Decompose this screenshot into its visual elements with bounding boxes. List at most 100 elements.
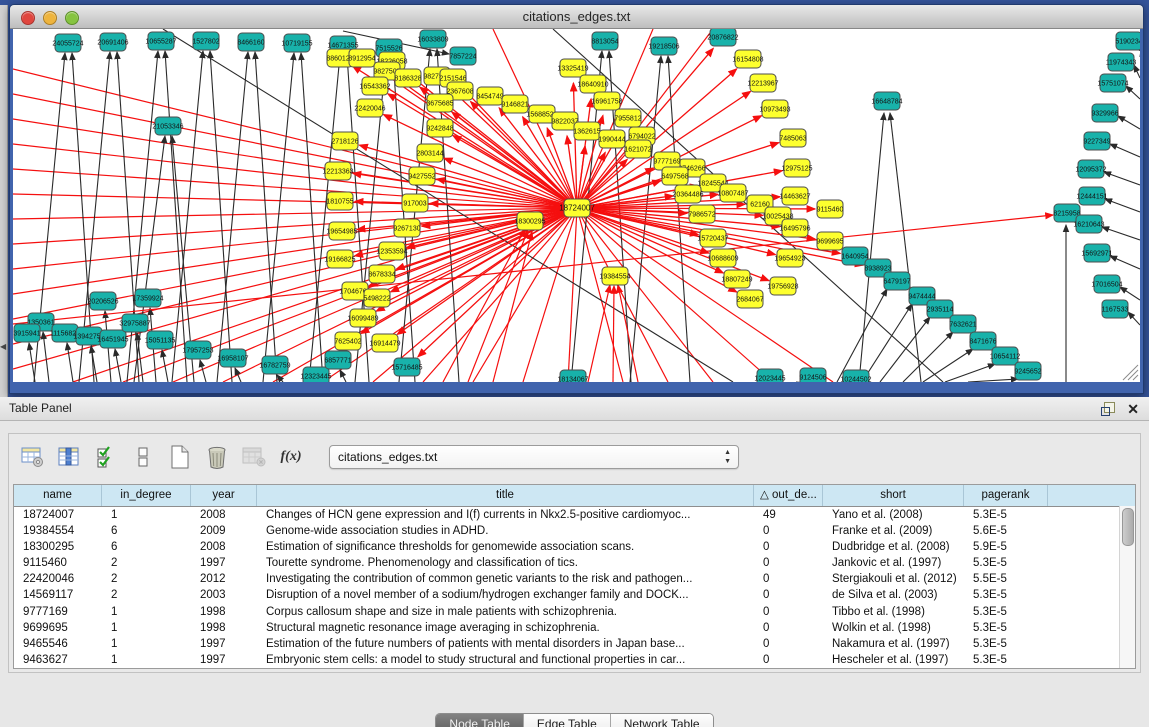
graph-node[interactable]: 24055724: [52, 34, 83, 52]
graph-node[interactable]: 7986572: [688, 205, 715, 223]
graph-node[interactable]: 1621072: [624, 140, 651, 158]
graph-node[interactable]: 7485063: [779, 129, 806, 147]
column-visibility-icon[interactable]: [56, 444, 82, 470]
zoom-button[interactable]: [65, 11, 79, 25]
table-row[interactable]: 911546021997Tourette syndrome. Phenomeno…: [14, 555, 1135, 571]
graph-node[interactable]: 9427552: [408, 167, 435, 185]
table-row[interactable]: 946362711997Embryonic stem cells: a mode…: [14, 652, 1135, 668]
graph-node[interactable]: 10655287: [145, 32, 176, 50]
graph-node[interactable]: 5498222: [363, 289, 390, 307]
graph-node[interactable]: 2684067: [736, 290, 763, 308]
graph-node[interactable]: 8454749: [476, 87, 503, 105]
network-window[interactable]: citations_edges.txt 24055724 20691406 1065…: [9, 4, 1144, 394]
close-panel-icon[interactable]: ✕: [1127, 402, 1139, 416]
table-row[interactable]: 977716911998Corpus callosum shape and si…: [14, 604, 1135, 620]
graph-node[interactable]: 17957253: [182, 341, 213, 359]
graph-node[interactable]: 9124506: [799, 368, 826, 382]
graph-node[interactable]: 21053346: [152, 117, 183, 135]
column-header-out-de-[interactable]: △ out_de...: [754, 485, 823, 506]
table-settings-icon[interactable]: [19, 444, 45, 470]
graph-node[interactable]: 12975125: [781, 159, 812, 177]
graph-node[interactable]: 16154808: [732, 50, 763, 68]
graph-node[interactable]: 3915941: [13, 324, 40, 342]
graph-node[interactable]: 10807487: [717, 184, 748, 202]
graph-node[interactable]: 11974343: [1106, 53, 1137, 71]
graph-node[interactable]: 14463627: [779, 187, 810, 205]
graph-node[interactable]: 12353594: [376, 242, 407, 260]
graph-node[interactable]: 19166825: [324, 250, 355, 268]
graph-node[interactable]: 9242848: [426, 119, 453, 137]
graph-node[interactable]: 7625402: [334, 332, 361, 350]
graph-node[interactable]: 16543362: [359, 77, 390, 95]
table-selector[interactable]: citations_edges.txt ▲▼: [329, 445, 739, 469]
graph-node[interactable]: 9699695: [816, 232, 843, 250]
graph-node[interactable]: 13325419: [557, 59, 588, 77]
graph-node[interactable]: 20691406: [97, 33, 128, 51]
tab-edge-table[interactable]: Edge Table: [524, 714, 611, 727]
graph-node[interactable]: 2718126: [331, 132, 358, 150]
graph-node[interactable]: 1810755: [326, 192, 353, 210]
graph-node[interactable]: 1167533: [1102, 300, 1129, 318]
close-button[interactable]: [21, 11, 35, 25]
column-header-pagerank[interactable]: pagerank: [964, 485, 1048, 506]
column-header-title[interactable]: title: [257, 485, 754, 506]
table-row[interactable]: 2242004622012Investigating the contribut…: [14, 571, 1135, 587]
graph-node[interactable]: 16958107: [217, 349, 248, 367]
graph-node[interactable]: 6479197: [883, 272, 910, 290]
vertical-scrollbar[interactable]: [1119, 506, 1135, 668]
graph-node[interactable]: 8912954: [348, 49, 375, 67]
graph-node[interactable]: 15751074: [1097, 74, 1128, 92]
graph-node[interactable]: 17359924: [132, 289, 163, 307]
tab-node-table[interactable]: Node Table: [436, 714, 524, 727]
graph-node[interactable]: 8813054: [591, 32, 618, 50]
graph-node[interactable]: 15051135: [145, 331, 176, 349]
graph-node[interactable]: 16033809: [417, 30, 448, 48]
graph-node[interactable]: 19654923: [774, 249, 805, 267]
graph-node[interactable]: 15720437: [697, 229, 728, 247]
graph-node[interactable]: 16648784: [871, 92, 902, 110]
row-selection-icon[interactable]: [93, 444, 119, 470]
graph-node[interactable]: 9329966: [1091, 104, 1118, 122]
table-row[interactable]: 946554611997Estimation of the future num…: [14, 636, 1135, 652]
tab-network-table[interactable]: Network Table: [611, 714, 713, 727]
graph-node[interactable]: 10688609: [707, 249, 738, 267]
graph-node[interactable]: 5190234: [1115, 32, 1140, 50]
graph-node[interactable]: 2803144: [416, 144, 443, 162]
graph-node[interactable]: 2935114: [927, 300, 954, 318]
graph-node[interactable]: 20364486: [672, 185, 703, 203]
new-file-icon[interactable]: [167, 444, 193, 470]
graph-node[interactable]: 6857771: [324, 351, 351, 369]
graph-node[interactable]: 16782759: [259, 356, 290, 374]
graph-node[interactable]: 8678334: [368, 265, 395, 283]
graph-node[interactable]: 12323445: [300, 367, 331, 382]
table-panel-titlebar[interactable]: Table Panel ✕: [0, 397, 1149, 421]
graph-node[interactable]: 18300295: [514, 212, 545, 230]
network-window-titlebar[interactable]: citations_edges.txt: [10, 5, 1143, 29]
graph-hub-node[interactable]: 18724007: [559, 199, 595, 217]
graph-node[interactable]: 7632621: [949, 315, 976, 333]
graph-node[interactable]: 12444151: [1076, 187, 1107, 205]
graph-node[interactable]: 9245652: [1014, 362, 1041, 380]
column-header-in-degree[interactable]: in_degree: [102, 485, 191, 506]
network-canvas[interactable]: 24055724 20691406 10655287 1527802 8466160 10…: [13, 29, 1140, 382]
graph-node[interactable]: 1362615: [573, 122, 600, 140]
graph-node[interactable]: 1527802: [192, 32, 219, 50]
graph-node[interactable]: 9267130: [393, 219, 420, 237]
graph-node[interactable]: 10654112: [990, 347, 1021, 365]
column-header-short[interactable]: short: [823, 485, 964, 506]
graph-node[interactable]: 19756928: [767, 277, 798, 295]
graph-node[interactable]: 12023445: [754, 369, 785, 382]
table-row[interactable]: 1938455462009Genome-wide association stu…: [14, 523, 1135, 539]
table-row[interactable]: 1830029562008Estimation of significance …: [14, 539, 1135, 555]
graph-node[interactable]: 3675685: [426, 94, 453, 112]
graph-node[interactable]: 12213363: [322, 162, 353, 180]
graph-node[interactable]: 1990444: [598, 130, 625, 148]
table-row[interactable]: 1872400712008Changes of HCN gene express…: [14, 507, 1135, 523]
table-row[interactable]: 1456911722003Disruption of a novel membe…: [14, 587, 1135, 603]
graph-node[interactable]: 10244502: [840, 370, 871, 382]
graph-node[interactable]: 8466160: [237, 33, 264, 51]
scrollbar-thumb[interactable]: [1122, 508, 1134, 546]
table-row[interactable]: 969969511998Structural magnetic resonanc…: [14, 620, 1135, 636]
graph-node[interactable]: 16914479: [369, 334, 400, 352]
column-header-name[interactable]: name: [14, 485, 102, 506]
